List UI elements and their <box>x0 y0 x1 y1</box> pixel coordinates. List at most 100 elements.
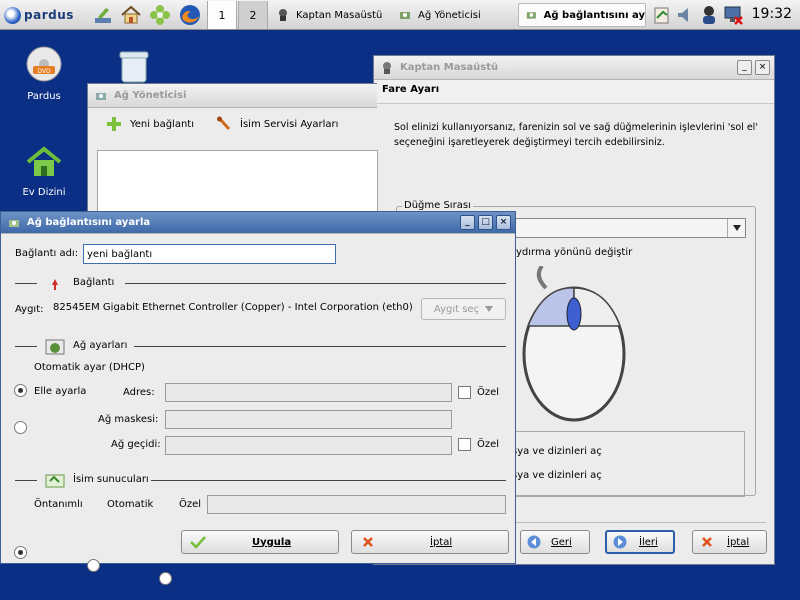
back-button-label: Geri <box>551 536 572 548</box>
dialog-minimize-button[interactable]: _ <box>460 215 475 230</box>
dns-custom-input[interactable] <box>207 495 506 514</box>
section-dns-line-right <box>151 480 506 481</box>
home-folder-icon <box>26 146 62 176</box>
kaptan-cancel-button[interactable]: İptal <box>692 530 767 554</box>
section-network-line-right <box>134 346 506 347</box>
network-disconnected-tray-icon[interactable] <box>722 4 744 26</box>
clock[interactable]: 19:32 <box>752 6 792 22</box>
dialog-titlebar[interactable]: Ağ bağlantısını ayarla _ □ × <box>1 212 515 234</box>
ag-yoneticisi-window: Ağ Yöneticisi Yeni bağlantı İsim Servisi… <box>87 83 378 220</box>
pager-desktop-2[interactable]: 2 <box>238 1 268 29</box>
task-ag-yoneticisi[interactable]: Ağ Yöneticisi <box>392 3 512 27</box>
next-arrow-icon <box>613 535 627 549</box>
name-service-settings-label: İsim Servisi Ayarları <box>240 118 339 130</box>
button-order-combobox[interactable] <box>514 218 746 238</box>
custom-address-checkbox[interactable] <box>458 386 471 399</box>
dns-default-radio[interactable] <box>14 546 27 559</box>
button-order-group-label: Düğme Sırası <box>402 200 473 211</box>
device-value: 82545EM Gigabit Ethernet Controller (Cop… <box>53 302 413 313</box>
section-dns-line-left <box>15 480 37 481</box>
netmask-input[interactable] <box>165 410 452 429</box>
pardus-menu-button[interactable]: pardus <box>4 6 74 24</box>
custom-gateway-label: Özel <box>477 439 500 450</box>
apply-button-label: Uygula <box>252 536 292 548</box>
apply-button[interactable]: Uygula <box>181 530 339 554</box>
combobox-arrow-icon <box>727 219 745 237</box>
section-connection-line-right <box>125 283 506 284</box>
next-button-label: İleri <box>639 536 658 548</box>
dns-custom-radio[interactable] <box>159 572 172 585</box>
back-button[interactable]: Geri <box>520 530 590 554</box>
volume-tray-icon[interactable] <box>674 4 696 26</box>
new-connection-label: Yeni bağlantı <box>130 118 194 130</box>
connection-name-input[interactable] <box>83 244 336 264</box>
connection-name-label: Bağlantı adı: <box>15 248 79 259</box>
dialog-title: Ağ bağlantısını ayarla <box>27 217 151 228</box>
user-tray-icon[interactable] <box>698 4 720 26</box>
network-connection-icon <box>526 12 536 19</box>
dialog-cancel-button[interactable]: İptal <box>351 530 509 554</box>
kaptan-titlebar[interactable]: Kaptan Masaüstü _ × <box>374 56 774 80</box>
gateway-input[interactable] <box>165 436 452 455</box>
manual-radio[interactable] <box>14 421 27 434</box>
mouse-image-icon <box>522 266 626 422</box>
kaptan-description: Sol elinizi kullanıyorsanız, farenizin s… <box>394 122 758 148</box>
network-manager-icon <box>400 12 410 19</box>
dialog-cancel-button-label: İptal <box>430 536 453 548</box>
dns-auto-radio[interactable] <box>87 559 100 572</box>
section-dns-title: İsim sunucuları <box>73 474 149 485</box>
scroll-direction-label: ydırma yönünü değiştir <box>516 247 633 258</box>
kaptan-cancel-button-label: İptal <box>727 536 750 548</box>
task-ag-baglantisi-label: Ağ bağlantısını ay <box>543 9 645 21</box>
pardus-logo-text: pardus <box>24 8 74 22</box>
section-network-title: Ağ ayarları <box>73 340 128 351</box>
open-single-click-label: sya ve dizinleri aç <box>512 446 602 457</box>
dns-default-label: Öntanımlı <box>34 499 83 510</box>
dialog-title-icon <box>9 219 19 227</box>
connection-section-icon <box>52 279 58 290</box>
section-network-line-left <box>15 346 37 347</box>
network-manager-title-icon <box>96 92 106 100</box>
address-input[interactable] <box>165 383 452 402</box>
gateway-label: Ağ geçidi: <box>111 439 161 450</box>
manual-label: Elle ayarla <box>34 386 87 397</box>
next-button[interactable]: İleri <box>605 530 675 554</box>
desktop-icon-ev-dizini[interactable]: Ev Dizini <box>9 146 79 198</box>
kaptan-icon <box>279 9 287 21</box>
auto-dhcp-radio[interactable] <box>14 384 27 397</box>
dialog-close-button[interactable]: × <box>496 215 511 230</box>
settings-flower-icon[interactable] <box>149 4 171 26</box>
wrench-icon <box>217 116 231 131</box>
dialog-cancel-x-icon <box>363 537 373 547</box>
clipboard-tray-icon[interactable] <box>651 4 673 26</box>
new-connection-button[interactable]: Yeni bağlantı <box>106 116 194 132</box>
kaptan-heading: Fare Ayarı <box>374 80 774 104</box>
device-select-button[interactable]: Aygıt seç <box>421 298 506 320</box>
kaptan-close-button[interactable]: × <box>755 60 770 75</box>
desktop-icon-pardus[interactable]: DVD Pardus <box>9 46 79 102</box>
desktop-icon-pardus-label: Pardus <box>27 91 61 102</box>
custom-gateway-checkbox[interactable] <box>458 438 471 451</box>
name-service-settings-button[interactable]: İsim Servisi Ayarları <box>216 116 338 132</box>
apply-check-icon <box>190 536 206 549</box>
firefox-icon[interactable] <box>179 4 201 26</box>
kaptan-footer-divider <box>514 522 766 523</box>
task-kaptan-label: Kaptan Masaüstü <box>296 9 383 21</box>
connection-list[interactable] <box>97 150 378 220</box>
ag-yoneticisi-toolbar: Yeni bağlantı İsim Servisi Ayarları <box>88 108 378 140</box>
custom-address-label: Özel <box>477 387 500 398</box>
kaptan-minimize-button[interactable]: _ <box>737 60 752 75</box>
network-connection-dialog: Ağ bağlantısını ayarla _ □ × Bağlantı ad… <box>0 211 516 585</box>
trash-icon[interactable] <box>118 50 150 87</box>
install-icon[interactable] <box>92 4 114 26</box>
section-connection-line-left <box>15 283 37 284</box>
back-arrow-icon <box>527 535 541 549</box>
task-kaptan[interactable]: Kaptan Masaüstü <box>270 3 390 27</box>
dvd-icon: DVD <box>26 46 62 82</box>
task-ag-baglantisi[interactable]: Ağ bağlantısını ay <box>518 3 646 27</box>
open-double-click-label: sya ve dizinleri aç <box>512 470 602 481</box>
dialog-maximize-button[interactable]: □ <box>478 215 493 230</box>
pager-desktop-1[interactable]: 1 <box>207 1 237 29</box>
ag-yoneticisi-titlebar[interactable]: Ağ Yöneticisi <box>88 84 377 108</box>
home-launcher-icon[interactable] <box>120 4 142 26</box>
